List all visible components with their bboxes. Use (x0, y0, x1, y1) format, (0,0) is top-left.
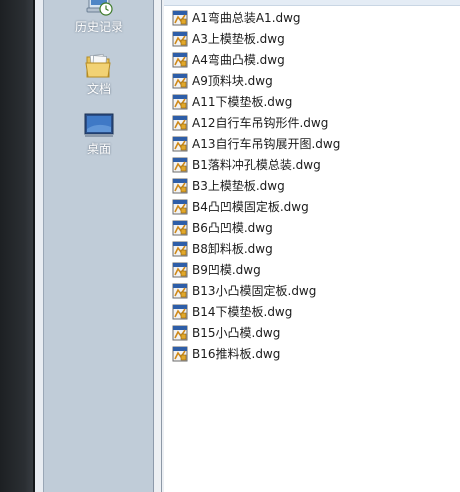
desktop-icon (84, 113, 114, 137)
file-name: B14下模垫板.dwg (192, 304, 293, 319)
file-name: A1弯曲总装A1.dwg (192, 10, 301, 25)
history-icon (86, 0, 113, 16)
documents-folder-icon (85, 53, 111, 78)
file-item[interactable]: A9顶料块.dwg (172, 71, 273, 90)
file-item[interactable]: B1落料冲孔模总装.dwg (172, 155, 321, 174)
dwg-file-icon (172, 262, 188, 277)
file-name: B6凸凹模.dwg (192, 220, 273, 235)
dwg-file-icon (172, 136, 188, 151)
place-label: 文档 (86, 82, 111, 96)
file-name: A13自行车吊钩展开图.dwg (192, 136, 341, 151)
file-name: B9凹模.dwg (192, 262, 261, 277)
dwg-file-icon (172, 94, 188, 109)
dwg-file-icon (172, 283, 188, 298)
file-item[interactable]: B13小凸模固定板.dwg (172, 281, 316, 300)
file-item[interactable]: B14下模垫板.dwg (172, 302, 292, 321)
file-item[interactable]: B9凹模.dwg (172, 260, 261, 279)
places-bar: 历史记录 文档 桌面 (44, 0, 154, 492)
place-desktop[interactable]: 桌面 (44, 112, 154, 156)
file-name: B16推料板.dwg (192, 346, 281, 361)
dwg-file-icon (172, 52, 188, 67)
dwg-file-icon (172, 115, 188, 130)
file-item[interactable]: B4凸凹模固定板.dwg (172, 197, 309, 216)
place-label: 历史记录 (74, 20, 123, 34)
file-name: A4弯曲凸模.dwg (192, 52, 285, 67)
file-name: B3上模垫板.dwg (192, 178, 285, 193)
file-name: B4凸凹模固定板.dwg (192, 199, 309, 214)
file-item[interactable]: B3上模垫板.dwg (172, 176, 285, 195)
file-item[interactable]: A12自行车吊钩形件.dwg (172, 113, 328, 132)
place-label: 桌面 (86, 142, 111, 156)
file-name: B13小凸模固定板.dwg (192, 283, 317, 298)
list-header-edge (164, 0, 460, 6)
file-item[interactable]: A13自行车吊钩展开图.dwg (172, 134, 340, 153)
dwg-file-icon (172, 241, 188, 256)
file-list[interactable]: A1弯曲总装A1.dwg A3上模垫板.dwg A4弯曲凸模.dwg A9顶料块… (164, 0, 460, 492)
file-name: A9顶料块.dwg (192, 73, 273, 88)
file-item[interactable]: A4弯曲凸模.dwg (172, 50, 285, 69)
file-item[interactable]: A3上模垫板.dwg (172, 29, 285, 48)
file-item[interactable]: A11下模垫板.dwg (172, 92, 292, 111)
dwg-file-icon (172, 10, 188, 25)
file-name: B1落料冲孔模总装.dwg (192, 157, 321, 172)
dwg-file-icon (172, 199, 188, 214)
divider (161, 0, 162, 492)
place-documents[interactable]: 文档 (44, 50, 154, 96)
file-name: A3上模垫板.dwg (192, 31, 285, 46)
file-name: A12自行车吊钩形件.dwg (192, 115, 329, 130)
file-item[interactable]: B6凸凹模.dwg (172, 218, 273, 237)
dwg-file-icon (172, 31, 188, 46)
file-name: B15小凸模.dwg (192, 325, 281, 340)
dwg-file-icon (172, 157, 188, 172)
file-item[interactable]: B16推料板.dwg (172, 344, 280, 363)
splitter[interactable] (154, 0, 164, 492)
dwg-file-icon (172, 304, 188, 319)
dwg-file-icon (172, 178, 188, 193)
background-strip (0, 0, 35, 492)
file-item[interactable]: B8卸料板.dwg (172, 239, 273, 258)
places-frame (35, 0, 44, 492)
file-open-dialog: 历史记录 文档 桌面 A1弯曲总装A1.dwg A3上模垫板.dwg A4弯曲凸… (0, 0, 460, 492)
file-item[interactable]: A1弯曲总装A1.dwg (172, 8, 301, 27)
dwg-file-icon (172, 325, 188, 340)
dwg-file-icon (172, 220, 188, 235)
dwg-file-icon (172, 73, 188, 88)
dwg-file-icon (172, 346, 188, 361)
file-name: A11下模垫板.dwg (192, 94, 293, 109)
file-item[interactable]: B15小凸模.dwg (172, 323, 280, 342)
file-name: B8卸料板.dwg (192, 241, 273, 256)
place-history[interactable]: 历史记录 (44, 0, 154, 34)
